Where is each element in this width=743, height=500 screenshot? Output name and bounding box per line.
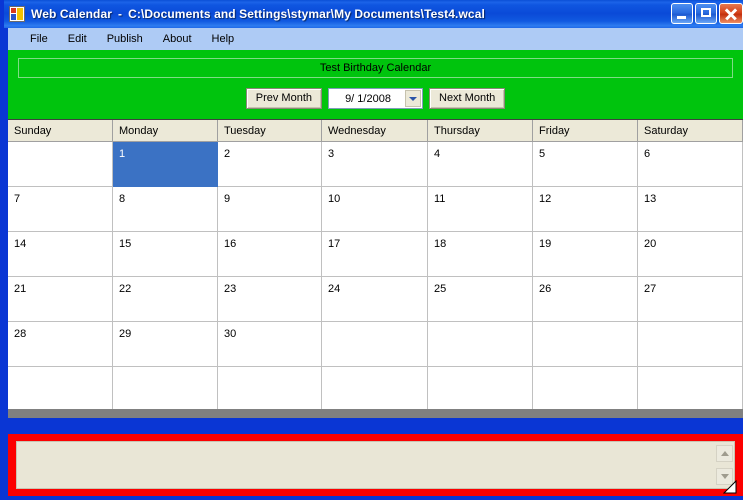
day-cell[interactable]: 19 bbox=[533, 232, 638, 277]
day-cell[interactable]: 30 bbox=[218, 322, 322, 367]
calendar-week-row: 28 29 30 bbox=[8, 322, 743, 367]
title-bar[interactable]: Web Calendar - C:\Documents and Settings… bbox=[4, 0, 743, 28]
month-navigation-row: Prev Month 9/ 1/2008 Next Month bbox=[8, 88, 743, 109]
window-controls bbox=[671, 3, 743, 24]
calendar-grid-body: 1 2 3 4 5 6 7 8 9 10 11 12 13 14 15 16 1… bbox=[8, 142, 743, 412]
date-picker[interactable]: 9/ 1/2008 bbox=[328, 88, 423, 109]
day-cell[interactable] bbox=[218, 367, 322, 412]
menu-item-about[interactable]: About bbox=[153, 31, 202, 47]
day-cell[interactable]: 2 bbox=[218, 142, 322, 187]
calendar-grid: Sunday Monday Tuesday Wednesday Thursday… bbox=[8, 119, 743, 418]
day-cell[interactable]: 17 bbox=[322, 232, 428, 277]
day-cell[interactable]: 7 bbox=[8, 187, 113, 232]
column-header-friday[interactable]: Friday bbox=[533, 120, 638, 141]
day-cell[interactable]: 28 bbox=[8, 322, 113, 367]
window-document-path: C:\Documents and Settings\stymar\My Docu… bbox=[128, 7, 485, 21]
close-button[interactable] bbox=[719, 3, 743, 24]
day-cell[interactable]: 15 bbox=[113, 232, 218, 277]
day-cell[interactable]: 3 bbox=[322, 142, 428, 187]
day-cell[interactable]: 14 bbox=[8, 232, 113, 277]
day-cell[interactable] bbox=[533, 322, 638, 367]
day-cell[interactable]: 11 bbox=[428, 187, 533, 232]
day-cell[interactable]: 24 bbox=[322, 277, 428, 322]
column-header-wednesday[interactable]: Wednesday bbox=[322, 120, 428, 141]
column-header-sunday[interactable]: Sunday bbox=[8, 120, 113, 141]
day-cell[interactable]: 20 bbox=[638, 232, 743, 277]
day-cell[interactable]: 21 bbox=[8, 277, 113, 322]
notes-text-area[interactable] bbox=[16, 441, 735, 489]
day-cell[interactable]: 16 bbox=[218, 232, 322, 277]
day-cell[interactable] bbox=[322, 367, 428, 412]
calendar-week-row: 14 15 16 17 18 19 20 bbox=[8, 232, 743, 277]
day-cell[interactable]: 6 bbox=[638, 142, 743, 187]
day-cell[interactable]: 8 bbox=[113, 187, 218, 232]
window-app-name: Web Calendar bbox=[31, 7, 112, 21]
calendar-week-row: 21 22 23 24 25 26 27 bbox=[8, 277, 743, 322]
day-cell[interactable] bbox=[533, 367, 638, 412]
calendar-week-row: 7 8 9 10 11 12 13 bbox=[8, 187, 743, 232]
day-cell[interactable]: 12 bbox=[533, 187, 638, 232]
calendar-week-row bbox=[8, 367, 743, 412]
day-cell[interactable]: 23 bbox=[218, 277, 322, 322]
day-cell[interactable] bbox=[8, 367, 113, 412]
menu-item-help[interactable]: Help bbox=[202, 31, 245, 47]
day-cell[interactable] bbox=[113, 367, 218, 412]
day-cell[interactable]: 25 bbox=[428, 277, 533, 322]
horizontal-scrollbar[interactable] bbox=[8, 409, 743, 418]
calendar-header-panel: Test Birthday Calendar Prev Month 9/ 1/2… bbox=[8, 50, 743, 119]
day-cell[interactable]: 18 bbox=[428, 232, 533, 277]
menu-bar: File Edit Publish About Help bbox=[8, 28, 743, 50]
calendar-week-row: 1 2 3 4 5 6 bbox=[8, 142, 743, 187]
day-cell[interactable]: 13 bbox=[638, 187, 743, 232]
day-cell[interactable] bbox=[638, 322, 743, 367]
day-cell[interactable]: 4 bbox=[428, 142, 533, 187]
chevron-up-icon[interactable] bbox=[716, 445, 733, 462]
day-cell[interactable] bbox=[322, 322, 428, 367]
menu-item-file[interactable]: File bbox=[20, 31, 58, 47]
column-header-tuesday[interactable]: Tuesday bbox=[218, 120, 322, 141]
title-separator: - bbox=[118, 7, 123, 21]
column-header-saturday[interactable]: Saturday bbox=[638, 120, 743, 141]
day-cell[interactable] bbox=[638, 367, 743, 412]
day-cell[interactable]: 10 bbox=[322, 187, 428, 232]
chevron-down-icon[interactable] bbox=[405, 90, 421, 107]
prev-month-button[interactable]: Prev Month bbox=[245, 88, 322, 109]
day-cell[interactable] bbox=[428, 322, 533, 367]
maximize-button[interactable] bbox=[695, 3, 717, 24]
day-cell[interactable]: 9 bbox=[218, 187, 322, 232]
column-header-monday[interactable]: Monday bbox=[113, 120, 218, 141]
calendar-title-label: Test Birthday Calendar bbox=[18, 58, 733, 78]
menu-item-publish[interactable]: Publish bbox=[97, 31, 153, 47]
day-cell[interactable]: 26 bbox=[533, 277, 638, 322]
day-cell[interactable]: 5 bbox=[533, 142, 638, 187]
column-header-thursday[interactable]: Thursday bbox=[428, 120, 533, 141]
menu-item-edit[interactable]: Edit bbox=[58, 31, 97, 47]
notes-scroll-buttons bbox=[716, 443, 733, 487]
day-cell[interactable]: 29 bbox=[113, 322, 218, 367]
day-cell[interactable]: 22 bbox=[113, 277, 218, 322]
day-cell-selected[interactable]: 1 bbox=[113, 142, 218, 187]
notes-panel bbox=[8, 434, 743, 496]
day-cell[interactable] bbox=[8, 142, 113, 187]
date-picker-value[interactable]: 9/ 1/2008 bbox=[329, 89, 405, 108]
application-window: Web Calendar - C:\Documents and Settings… bbox=[0, 0, 743, 500]
minimize-button[interactable] bbox=[671, 3, 693, 24]
day-cell[interactable] bbox=[428, 367, 533, 412]
next-month-button[interactable]: Next Month bbox=[429, 88, 506, 109]
calendar-grid-header: Sunday Monday Tuesday Wednesday Thursday… bbox=[8, 120, 743, 142]
chevron-down-icon[interactable] bbox=[716, 468, 733, 485]
day-cell[interactable]: 27 bbox=[638, 277, 743, 322]
app-window-icon bbox=[9, 6, 25, 22]
